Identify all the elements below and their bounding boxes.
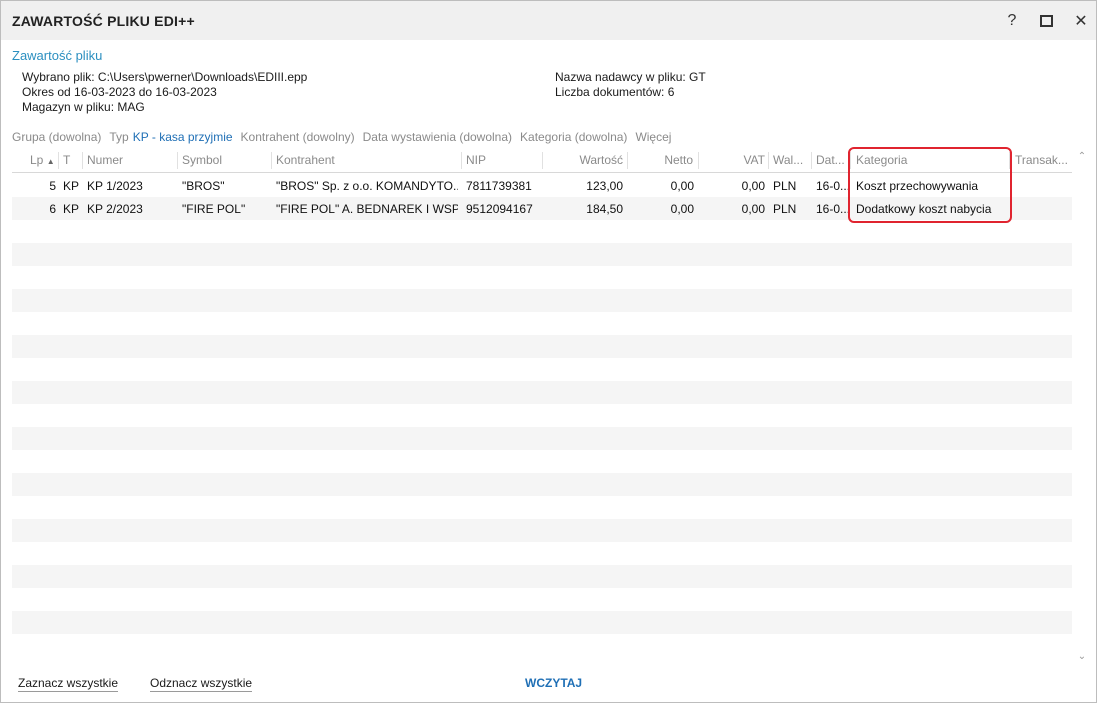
table-row[interactable]: 5 KP KP 1/2023 "BROS" "BROS" Sp. z o.o. KOMA…	[12, 174, 1072, 197]
help-icon: ?	[1007, 12, 1017, 29]
column-header-date[interactable]: Dat...	[816, 153, 848, 167]
cell-symbol: "BROS"	[182, 179, 225, 193]
table-row[interactable]: 6 KP KP 2/2023 "FIRE POL" "FIRE POL" A. BEDN…	[12, 197, 1072, 220]
column-header-net[interactable]: Netto	[632, 153, 693, 167]
table-body: 5 KP KP 1/2023 "BROS" "BROS" Sp. z o.o. KOMA…	[12, 174, 1072, 657]
edi-file-window: ZAWARTOŚĆ PLIKU EDI++ ? ✕ Zawartość plik…	[0, 0, 1097, 703]
cell-value: 184,50	[586, 202, 623, 216]
cell-number: KP 1/2023	[87, 179, 143, 193]
window-title: ZAWARTOŚĆ PLIKU EDI++	[12, 13, 195, 29]
empty-table-row[interactable]	[12, 611, 1072, 634]
cell-lp: 5	[49, 179, 56, 193]
cell-number: KP 2/2023	[87, 202, 143, 216]
cell-net: 0,00	[670, 179, 694, 193]
period-label: Okres od 16-03-2023 do 16-03-2023	[22, 85, 217, 99]
cell-type: KP	[63, 179, 80, 193]
empty-table-row[interactable]	[12, 381, 1072, 404]
help-button[interactable]: ?	[1000, 9, 1024, 33]
cell-vat: 0,00	[741, 202, 765, 216]
cell-symbol: "FIRE POL"	[182, 202, 246, 216]
cell-currency: PLN	[773, 179, 797, 193]
cell-type: KP	[63, 202, 80, 216]
empty-table-row[interactable]	[12, 496, 1072, 519]
load-button[interactable]: WCZYTAJ	[525, 676, 582, 690]
cell-currency: PLN	[773, 202, 797, 216]
empty-table-row[interactable]	[12, 220, 1072, 243]
maximize-icon	[1039, 15, 1053, 27]
document-count-label: Liczba dokumentów: 6	[555, 85, 675, 99]
cell-nip: 7811739381	[466, 179, 532, 193]
empty-table-row[interactable]	[12, 243, 1072, 266]
table-header: Lp ▲ T Numer Symbol Kontrahent NIP Warto…	[12, 148, 1072, 173]
documents-table: Lp ▲ T Numer Symbol Kontrahent NIP Warto…	[12, 148, 1072, 667]
cell-contractor: "FIRE POL" A. BEDNAREK I WSP...	[276, 202, 458, 216]
empty-table-row[interactable]	[12, 634, 1072, 657]
column-header-number[interactable]: Numer	[87, 153, 175, 167]
column-header-symbol[interactable]: Symbol	[182, 153, 270, 167]
scroll-down-icon[interactable]: ⌄	[1077, 652, 1087, 662]
vertical-scrollbar[interactable]: ⌃ ⌄	[1075, 148, 1089, 667]
empty-table-row[interactable]	[12, 450, 1072, 473]
cell-vat: 0,00	[741, 179, 765, 193]
empty-table-row[interactable]	[12, 289, 1072, 312]
cell-contractor: "BROS" Sp. z o.o. KOMANDYTO...	[276, 179, 458, 193]
column-header-lp[interactable]: Lp ▲	[30, 153, 60, 167]
sender-label: Nazwa nadawcy w pliku: GT	[555, 70, 706, 84]
empty-table-row[interactable]	[12, 473, 1072, 496]
empty-table-row[interactable]	[12, 519, 1072, 542]
empty-table-row[interactable]	[12, 404, 1072, 427]
close-button[interactable]: ✕	[1069, 9, 1093, 33]
empty-table-row[interactable]	[12, 542, 1072, 565]
maximize-button[interactable]	[1034, 9, 1058, 33]
cell-date: 16-0...	[816, 202, 850, 216]
cell-value: 123,00	[586, 179, 623, 193]
empty-table-row[interactable]	[12, 427, 1072, 450]
cell-lp: 6	[49, 202, 56, 216]
column-header-currency[interactable]: Wal...	[773, 153, 809, 167]
column-header-nip[interactable]: NIP	[466, 153, 536, 167]
cell-nip: 9512094167	[466, 202, 533, 216]
empty-table-row[interactable]	[12, 312, 1072, 335]
cell-net: 0,00	[670, 202, 694, 216]
column-header-value[interactable]: Wartość	[547, 153, 623, 167]
empty-table-row[interactable]	[12, 588, 1072, 611]
empty-table-row[interactable]	[12, 358, 1072, 381]
empty-table-row[interactable]	[12, 266, 1072, 289]
filter-group[interactable]: Grupa (dowolna)	[12, 130, 101, 144]
column-header-vat[interactable]: VAT	[703, 153, 765, 167]
cell-date: 16-0...	[816, 179, 850, 193]
filter-type-label: Typ	[109, 130, 129, 144]
filter-category[interactable]: Kategoria (dowolna)	[520, 130, 627, 144]
filter-type-value: KP - kasa przyjmie	[132, 130, 233, 144]
filter-more[interactable]: Więcej	[635, 130, 671, 144]
warehouse-label: Magazyn w pliku: MAG	[22, 100, 145, 114]
cell-category: Koszt przechowywania	[856, 179, 979, 193]
filter-issue-date[interactable]: Data wystawienia (dowolna)	[363, 130, 512, 144]
column-header-category[interactable]: Kategoria	[856, 153, 1004, 167]
filter-bar: Grupa (dowolna) Typ KP - kasa przyjmie Kont…	[12, 130, 679, 144]
filter-contractor[interactable]: Kontrahent (dowolny)	[241, 130, 355, 144]
filter-type[interactable]: Typ KP - kasa przyjmie	[109, 130, 232, 144]
deselect-all-button[interactable]: Odznacz wszystkie	[150, 676, 253, 692]
select-all-button[interactable]: Zaznacz wszystkie	[18, 676, 119, 692]
selected-file-label: Wybrano plik: C:\Users\pwerner\Downloads…	[22, 70, 308, 84]
empty-table-row[interactable]	[12, 565, 1072, 588]
cell-category: Dodatkowy koszt nabycia	[856, 202, 992, 216]
title-bar: ZAWARTOŚĆ PLIKU EDI++ ? ✕	[1, 1, 1096, 40]
scroll-up-icon[interactable]: ⌃	[1077, 152, 1087, 162]
cell-transaction	[1015, 202, 1069, 216]
column-header-contractor[interactable]: Kontrahent	[276, 153, 456, 167]
column-header-type[interactable]: T	[63, 153, 81, 167]
section-title: Zawartość pliku	[12, 48, 103, 63]
cell-transaction	[1015, 179, 1069, 193]
close-icon: ✕	[1074, 13, 1088, 30]
empty-table-row[interactable]	[12, 335, 1072, 358]
sort-ascending-icon: ▲	[46, 157, 55, 166]
column-header-transaction[interactable]: Transak...	[1015, 153, 1069, 167]
